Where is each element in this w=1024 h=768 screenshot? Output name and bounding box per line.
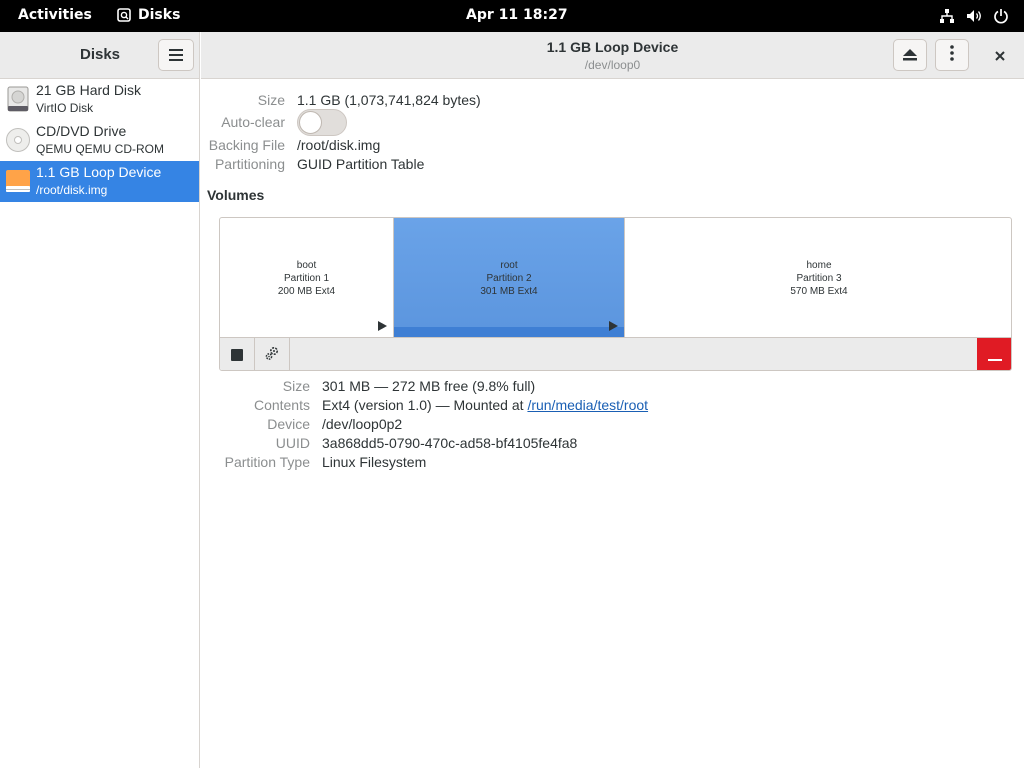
partition-size-label: Size: [282, 378, 310, 394]
minus-icon: [988, 346, 1002, 365]
disk-name: 21 GB Hard Disk: [36, 82, 142, 98]
volume-map: boot Partition 1 200 MB Ext4 root Partit…: [219, 217, 1012, 371]
partition-size-value: 301 MB — 272 MB free (9.8% full): [322, 378, 536, 394]
app-name: Disks: [138, 7, 181, 23]
partition-detail: 570 MB Ext4: [790, 286, 848, 297]
partition-detail: 301 MB Ext4: [480, 286, 538, 297]
sidebar: Disks 21 GB Hard Disk VirtIO Disk CD/DVD…: [0, 32, 200, 768]
partition-name: boot: [296, 260, 317, 271]
gears-icon: [264, 345, 280, 365]
partition-number: Partition 2: [486, 273, 532, 284]
optical-disc-icon: [5, 126, 31, 154]
mounted-play-icon: [609, 321, 618, 331]
partition-detail: 200 MB Ext4: [277, 286, 336, 297]
app-menu[interactable]: Disks: [117, 7, 180, 23]
activities-button[interactable]: Activities: [18, 7, 92, 23]
eject-button[interactable]: [893, 39, 927, 71]
power-icon[interactable]: [992, 7, 1010, 25]
disk-item-cd-dvd-drive[interactable]: CD/DVD Drive QEMU QEMU CD-ROM: [0, 120, 199, 161]
unmount-button[interactable]: [220, 338, 255, 370]
partitioning-value: GUID Partition Table: [297, 156, 425, 172]
partition-type-value: Linux Filesystem: [322, 454, 427, 470]
main-menu-button[interactable]: [158, 39, 194, 71]
system-menu[interactable]: [938, 7, 1010, 25]
contents-value: Ext4 (version 1.0) — Mounted at /run/med…: [322, 397, 648, 413]
close-window-button[interactable]: [983, 39, 1017, 71]
close-icon: [995, 46, 1005, 65]
volumes-heading: Volumes: [207, 187, 265, 203]
disk-subtitle: /root/disk.img: [36, 183, 108, 197]
contents-label: Contents: [253, 397, 310, 413]
auto-clear-switch[interactable]: [297, 109, 347, 136]
partition-text: home Partition 3 570 MB Ext4: [625, 259, 1011, 298]
partition-number: Partition 1: [283, 273, 330, 284]
uuid-label: UUID: [275, 435, 310, 451]
switch-knob: [299, 111, 322, 134]
partition-number: Partition 3: [796, 273, 842, 284]
partition-text: root Partition 2 301 MB Ext4: [394, 259, 624, 298]
network-icon[interactable]: [938, 7, 956, 25]
hamburger-icon: [169, 46, 183, 65]
disk-item-hard-disk[interactable]: 21 GB Hard Disk VirtIO Disk: [0, 79, 199, 120]
sidebar-header: Disks: [0, 32, 199, 79]
drive-options-button[interactable]: [935, 39, 969, 71]
unmounted-play-icon: [378, 321, 387, 331]
partition-name: root: [500, 260, 518, 271]
disk-subtitle: QEMU QEMU CD-ROM: [36, 142, 164, 156]
top-bar: Activities Disks Apr 11 18:27: [0, 0, 1024, 32]
contents-text: Ext4 (version 1.0) — Mounted at: [322, 397, 528, 413]
partition-text: boot Partition 1 200 MB Ext4: [220, 259, 393, 298]
clock[interactable]: Apr 11 18:27: [466, 7, 568, 23]
partition-type-label: Partition Type: [224, 454, 310, 470]
main-header: 1.1 GB Loop Device /dev/loop0: [201, 32, 1024, 79]
volume-icon[interactable]: [965, 7, 983, 25]
partition-settings-button[interactable]: [255, 338, 290, 370]
mount-point-link[interactable]: /run/media/test/root: [527, 397, 648, 413]
uuid-value: 3a868dd5-0790-470c-ad58-bf4105fe4fa8: [322, 435, 578, 451]
device-value: /dev/loop0p2: [322, 416, 403, 432]
backing-file-value: /root/disk.img: [297, 137, 381, 153]
filesystem-usage-bar: [394, 327, 624, 337]
stop-icon: [231, 346, 243, 365]
disks-app-icon: [117, 8, 131, 22]
disk-name: 1.1 GB Loop Device: [36, 164, 162, 180]
disk-item-loop-device[interactable]: 1.1 GB Loop Device /root/disk.img: [0, 161, 199, 202]
volume-toolbar: [220, 337, 1011, 370]
disk-subtitle: VirtIO Disk: [36, 101, 94, 115]
device-label: Device: [267, 416, 310, 432]
disk-name: CD/DVD Drive: [36, 123, 127, 139]
partition-name: home: [806, 260, 832, 271]
device-size-value: 1.1 GB (1,073,741,824 bytes): [297, 92, 481, 108]
loop-device-icon: [5, 167, 31, 195]
partition-boot[interactable]: boot Partition 1 200 MB Ext4: [220, 218, 394, 337]
delete-partition-button[interactable]: [977, 338, 1011, 370]
partition-root[interactable]: root Partition 2 301 MB Ext4: [394, 218, 625, 337]
partitioning-label: Partitioning: [214, 156, 285, 172]
more-vertical-icon: [950, 45, 954, 65]
eject-icon: [903, 46, 917, 65]
backing-file-label: Backing File: [208, 137, 285, 153]
auto-clear-label: Auto-clear: [221, 114, 285, 130]
hard-disk-icon: [5, 85, 31, 113]
partition-home[interactable]: home Partition 3 570 MB Ext4: [625, 218, 1011, 337]
device-size-label: Size: [257, 92, 285, 108]
